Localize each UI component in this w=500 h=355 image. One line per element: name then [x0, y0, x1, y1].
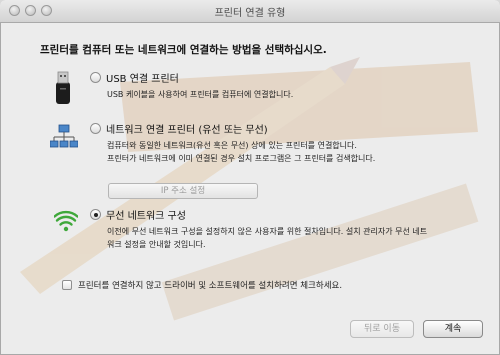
radio-wireless[interactable]: [90, 209, 101, 220]
option-wireless-description-line-2: 워크 설정을 안내할 것입니다.: [107, 240, 206, 249]
option-network[interactable]: 네트워크 연결 프린터 (유선 또는 무선): [90, 121, 268, 136]
radio-network[interactable]: [90, 123, 101, 134]
window-title: 프린터 연결 유형: [214, 8, 286, 19]
radio-usb[interactable]: [90, 72, 101, 83]
option-network-description-line-2: 프린터가 네트워크에 이미 연결된 경우 설치 프로그램은 그 프린터를 검색합…: [107, 154, 376, 163]
option-network-description: 컴퓨터와 동일한 네트워크(유선 혹은 무선) 상에 있는 프린터를 연결합니다…: [107, 139, 375, 165]
dialog-window: 프린터 연결 유형 프린터를 컴퓨터 또는 네트워크에 연결하는 방법을 선택하…: [0, 0, 500, 355]
option-wireless-description: 이전에 무선 네트워크 구성을 설정하지 않은 사용자를 위한 절차입니다. 설…: [107, 225, 427, 251]
option-usb[interactable]: USB 연결 프린터: [90, 70, 179, 85]
page-heading: 프린터를 컴퓨터 또는 네트워크에 연결하는 방법을 선택하십시오.: [40, 44, 327, 56]
option-usb-description: USB 케이블을 사용하여 프린터를 컴퓨터에 연결합니다.: [107, 88, 293, 101]
option-usb-description-line: USB 케이블을 사용하여 프린터를 컴퓨터에 연결합니다.: [107, 90, 294, 99]
option-wireless[interactable]: 무선 네트워크 구성: [90, 207, 186, 222]
install-without-connect-checkbox[interactable]: 프린터를 연결하지 않고 드라이버 및 소프트웨어를 설치하려면 체크하세요.: [62, 279, 342, 291]
continue-button[interactable]: 계속: [423, 320, 483, 338]
option-network-description-line-1: 컴퓨터와 동일한 네트워크(유선 혹은 무선) 상에 있는 프린터를 연결합니다…: [107, 141, 357, 150]
option-wireless-label: 무선 네트워크 구성: [106, 211, 186, 222]
checkbox-label: 프린터를 연결하지 않고 드라이버 및 소프트웨어를 설치하려면 체크하세요.: [78, 281, 343, 291]
checkbox-box[interactable]: [62, 280, 72, 290]
title-bar: 프린터 연결 유형: [0, 0, 500, 23]
back-button[interactable]: 뒤로 이동: [350, 320, 414, 338]
option-network-label: 네트워크 연결 프린터 (유선 또는 무선): [106, 125, 268, 136]
option-wireless-description-line-1: 이전에 무선 네트워크 구성을 설정하지 않은 사용자를 위한 절차입니다. 설…: [107, 227, 428, 236]
network-icon: [50, 124, 78, 148]
wifi-icon: [54, 210, 78, 232]
ip-address-settings-button[interactable]: IP 주소 설정: [108, 183, 258, 199]
option-usb-label: USB 연결 프린터: [106, 74, 179, 85]
usb-plug-icon: [56, 71, 70, 104]
